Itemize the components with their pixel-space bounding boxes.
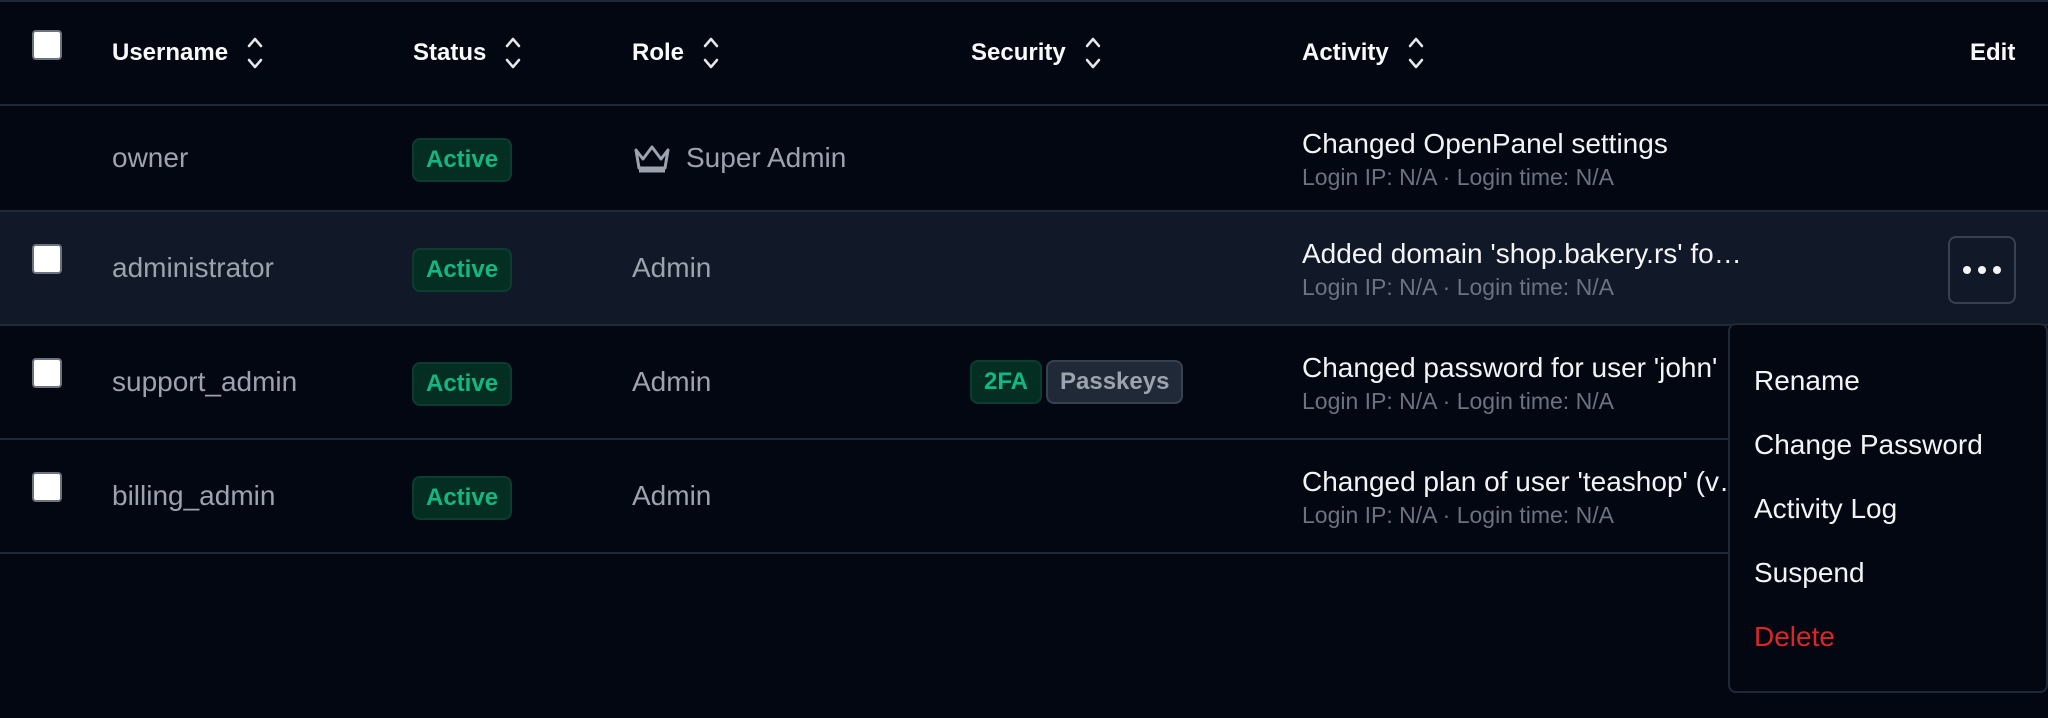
table-row: administrator Active Admin Added domain … (0, 212, 2048, 326)
menu-item-activity-log[interactable]: Activity Log (1754, 493, 1897, 525)
menu-item-suspend[interactable]: Suspend (1754, 557, 1865, 589)
column-username-label: Username (112, 39, 229, 66)
column-role-label: Role (632, 39, 685, 66)
activity-title: Changed OpenPanel settings (1302, 128, 1668, 159)
activity-login-info: Login IP: N/A · Login time: N/A (1302, 164, 1614, 190)
role-cell: Super Admin (632, 106, 846, 210)
activity-title: Added domain 'shop.bakery.rs' fo… (1302, 238, 1742, 269)
row-actions-button[interactable] (1948, 236, 2016, 304)
role-cell: Admin (632, 252, 712, 283)
column-role[interactable]: Role (632, 2, 720, 104)
activity-login-info: Login IP: N/A · Login time: N/A (1302, 274, 1614, 300)
status-badge: Active (412, 362, 513, 406)
column-edit-label: Edit (1970, 39, 2016, 66)
username-cell: billing_admin (112, 480, 276, 511)
username-cell: support_admin (112, 366, 298, 397)
username-cell: administrator (112, 252, 274, 283)
sort-icon[interactable] (246, 35, 264, 71)
column-security[interactable]: Security (971, 2, 1102, 104)
sort-icon[interactable] (1084, 35, 1102, 71)
status-badge: Active (412, 138, 513, 182)
role-cell: Admin (632, 366, 712, 397)
column-status[interactable]: Status (413, 2, 522, 104)
column-username[interactable]: Username (112, 2, 264, 104)
column-status-label: Status (413, 39, 487, 66)
crown-icon (634, 145, 670, 173)
sort-icon[interactable] (504, 35, 522, 71)
menu-item-delete[interactable]: Delete (1754, 621, 1835, 653)
role-label: Super Admin (686, 142, 847, 173)
select-all-checkbox[interactable] (32, 30, 62, 60)
column-activity-label: Activity (1302, 39, 1389, 66)
activity-login-info: Login IP: N/A · Login time: N/A (1302, 502, 1614, 528)
security-badge-passkeys: Passkeys (1046, 360, 1184, 404)
column-edit: Edit (1970, 2, 2015, 104)
username-cell: owner (112, 142, 189, 173)
more-icon (1963, 266, 1971, 274)
menu-item-change-password[interactable]: Change Password (1754, 429, 1983, 461)
status-badge: Active (412, 476, 513, 520)
column-activity[interactable]: Activity (1302, 2, 1425, 104)
row-checkbox[interactable] (32, 244, 62, 274)
sort-icon[interactable] (1407, 35, 1425, 71)
security-badge-2fa: 2FA (970, 360, 1043, 404)
activity-title: Changed password for user 'john' (1302, 352, 1718, 383)
role-cell: Admin (632, 480, 712, 511)
more-icon-dot (1993, 266, 2001, 274)
status-badge: Active (412, 248, 513, 292)
row-checkbox[interactable] (32, 358, 62, 388)
activity-login-info: Login IP: N/A · Login time: N/A (1302, 388, 1614, 414)
sort-icon[interactable] (702, 35, 720, 71)
activity-title: Changed plan of user 'teashop' (v… (1302, 466, 1747, 497)
table-header: Username Status Role Security Activity E… (0, 0, 2048, 106)
column-security-label: Security (971, 39, 1066, 66)
row-actions-menu: Rename Change Password Activity Log Susp… (1728, 323, 2048, 693)
row-checkbox[interactable] (32, 472, 62, 502)
menu-item-rename[interactable]: Rename (1754, 365, 1860, 397)
more-icon-dot (1978, 266, 1986, 274)
table-row: owner Active Super Admin Changed OpenPan… (0, 106, 2048, 212)
